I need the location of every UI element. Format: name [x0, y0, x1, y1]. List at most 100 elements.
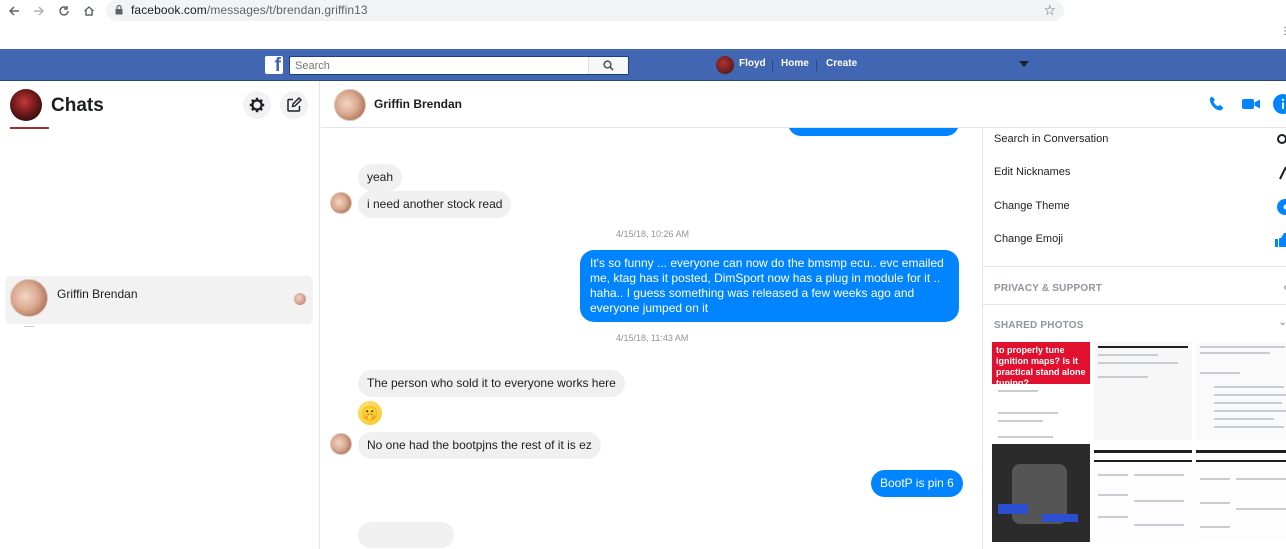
- nav-divider: [816, 60, 817, 71]
- shared-photo[interactable]: [1094, 444, 1192, 542]
- message-timestamp: 4/15/18, 10:26 AM: [616, 229, 690, 239]
- message-bubble-outgoing: BootP is pin 6: [871, 470, 963, 497]
- contact-avatar[interactable]: [334, 89, 366, 121]
- video-call-icon[interactable]: [1241, 94, 1261, 114]
- section-title: PRIVACY & SUPPORT: [994, 283, 1103, 294]
- search-button[interactable]: [588, 57, 628, 74]
- photo-detail: [1134, 524, 1184, 526]
- photo-detail: [1200, 502, 1230, 504]
- shared-photo[interactable]: [1196, 444, 1286, 542]
- shared-photo[interactable]: [1196, 342, 1286, 440]
- gear-icon: [249, 97, 265, 113]
- shared-photo[interactable]: [992, 444, 1090, 542]
- photo-detail: [1200, 372, 1240, 374]
- search-in-conversation-option[interactable]: Search in Conversation: [994, 133, 1286, 145]
- change-emoji-option[interactable]: Change Emoji: [994, 233, 1286, 247]
- photo-detail: [1134, 500, 1184, 502]
- reload-icon[interactable]: [56, 3, 72, 19]
- chevron-down-icon: ⌄: [1278, 317, 1286, 328]
- theme-icon: [1277, 199, 1286, 215]
- voice-call-icon[interactable]: [1207, 94, 1227, 114]
- shared-photo[interactable]: [1094, 342, 1192, 440]
- profile-avatar[interactable]: [716, 56, 734, 74]
- photo-detail: [1214, 394, 1286, 396]
- browser-toolbar: facebook.com/messages/t/brendan.griffin1…: [0, 0, 1286, 22]
- account-menu-caret-icon[interactable]: [1019, 61, 1029, 67]
- bookmark-star-icon[interactable]: ☆: [1043, 2, 1056, 19]
- change-theme-option[interactable]: Change Theme: [994, 199, 1286, 215]
- photo-detail: [998, 504, 1028, 514]
- photo-caption: to properly tune ignition maps? Is it pr…: [992, 342, 1090, 388]
- photo-detail: [1098, 474, 1128, 476]
- settings-button[interactable]: [243, 91, 271, 119]
- photo-detail: [1094, 450, 1192, 453]
- contact-avatar: [330, 192, 352, 214]
- home-link[interactable]: Home: [781, 58, 809, 69]
- photo-detail: [1094, 460, 1192, 462]
- photo-detail: [998, 420, 1043, 422]
- photo-detail: [1196, 460, 1286, 462]
- privacy-support-section[interactable]: PRIVACY & SUPPORT ‹: [994, 282, 1286, 294]
- forward-arrow-icon[interactable]: [31, 3, 47, 19]
- photo-detail: [1098, 354, 1158, 356]
- my-avatar[interactable]: [10, 89, 42, 121]
- search-input[interactable]: [290, 57, 590, 74]
- nav-divider: [772, 60, 773, 71]
- back-arrow-icon[interactable]: [6, 3, 22, 19]
- sidebar-header: Chats: [0, 81, 320, 128]
- conversation-name: Griffin Brendan: [57, 287, 138, 301]
- message-bubble-incoming: yeah: [358, 164, 403, 191]
- shushing-face-emoji: 🤫: [358, 401, 382, 425]
- photo-detail: [1200, 526, 1230, 528]
- photo-detail: [1200, 352, 1270, 354]
- list-divider: [24, 326, 34, 327]
- photo-detail: [1214, 418, 1274, 420]
- home-icon[interactable]: [81, 3, 97, 19]
- chats-sidebar: Chats Griffin Brendan: [0, 81, 320, 549]
- chats-title: Chats: [51, 95, 104, 116]
- option-label: Edit Nicknames: [994, 166, 1071, 178]
- shared-photos-section[interactable]: SHARED PHOTOS ⌄: [994, 317, 1286, 331]
- photo-detail: [1042, 514, 1078, 522]
- option-label: Change Emoji: [994, 233, 1064, 245]
- photo-detail: [1214, 386, 1284, 388]
- message-bubble-incoming: The person who sold it to everyone works…: [358, 370, 625, 397]
- photo-detail: [1098, 494, 1128, 496]
- contact-avatar: [10, 279, 48, 317]
- search-icon: [603, 60, 614, 71]
- message-bubble-outgoing: [788, 128, 959, 136]
- facebook-logo-icon[interactable]: f: [265, 56, 283, 74]
- create-link[interactable]: Create: [826, 58, 857, 69]
- conversation-item[interactable]: Griffin Brendan: [5, 276, 313, 324]
- edit-nicknames-option[interactable]: Edit Nicknames: [994, 166, 1286, 180]
- photo-detail: [1200, 478, 1230, 480]
- message-bubble-incoming: No one had the bootpjns the rest of it i…: [358, 432, 601, 459]
- message-bubble-outgoing: It's so funny ... everyone can now do th…: [580, 250, 959, 322]
- search-icon: [1277, 134, 1286, 144]
- url-path: /messages/t/brendan.griffin13: [206, 3, 368, 17]
- shared-photo[interactable]: to properly tune ignition maps? Is it pr…: [992, 342, 1090, 440]
- option-label: Search in Conversation: [994, 133, 1109, 145]
- profile-link[interactable]: Floyd: [739, 58, 766, 69]
- message-bubble-incoming: [358, 522, 454, 548]
- photo-detail: [1236, 478, 1286, 480]
- photo-detail: [1098, 516, 1128, 518]
- facebook-top-bar: f Floyd Home Create: [0, 49, 1286, 81]
- photo-detail: [1214, 402, 1282, 404]
- browser-menu-icon[interactable]: ⋮: [1280, 26, 1286, 37]
- conversation-info-icon[interactable]: [1273, 94, 1286, 114]
- pencil-icon: [1279, 166, 1286, 180]
- thumbs-up-icon: [1275, 233, 1286, 247]
- photo-detail: [1214, 426, 1284, 428]
- photo-detail: [998, 436, 1053, 438]
- contact-name[interactable]: Griffin Brendan: [374, 97, 462, 111]
- section-divider: [983, 304, 1286, 305]
- compose-icon: [287, 97, 302, 112]
- address-bar[interactable]: facebook.com/messages/t/brendan.griffin1…: [106, 0, 1064, 21]
- photo-detail: [1200, 346, 1285, 348]
- seen-avatar: [294, 293, 306, 305]
- photo-detail: [998, 390, 1038, 392]
- message-bubble-incoming: i need another stock read: [358, 191, 512, 218]
- message-list: yeah i need another stock read 4/15/18, …: [321, 128, 982, 549]
- new-message-button[interactable]: [280, 91, 308, 119]
